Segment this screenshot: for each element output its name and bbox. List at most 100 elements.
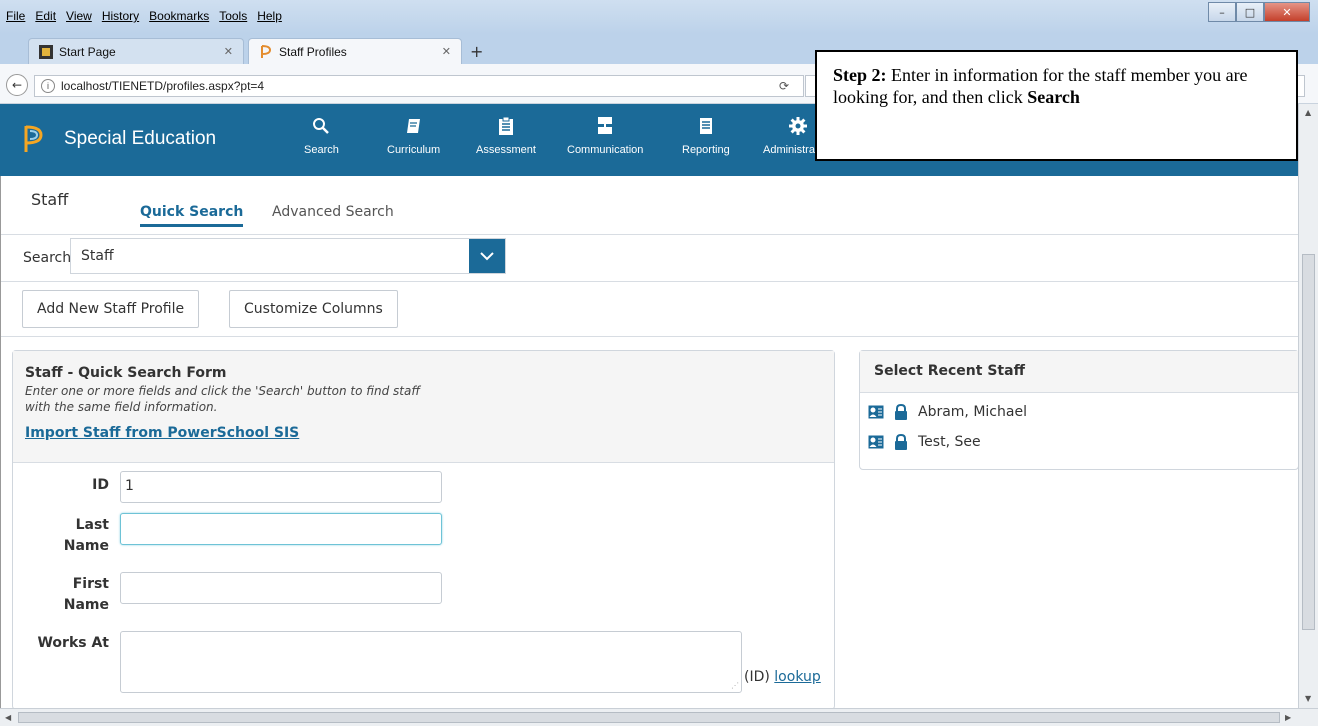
lock-icon[interactable] xyxy=(894,404,908,420)
close-tab-icon[interactable]: ✕ xyxy=(442,45,451,58)
close-window-button[interactable]: ✕ xyxy=(1264,2,1310,22)
profile-card-icon[interactable] xyxy=(868,405,884,419)
callout-action: Search xyxy=(1027,87,1080,107)
nav-label: Communication xyxy=(567,144,644,156)
maximize-button[interactable]: □ xyxy=(1236,2,1264,22)
tab-label: Staff Profiles xyxy=(279,44,347,59)
minimize-button[interactable]: – xyxy=(1208,2,1236,22)
lookup-prefix: (ID) xyxy=(744,669,770,685)
horizontal-scroll-thumb[interactable] xyxy=(18,712,1280,723)
menu-tools[interactable]: Tools xyxy=(219,9,247,25)
search-type-value: Staff xyxy=(81,248,114,264)
first-name-label-line2: Name xyxy=(63,597,109,613)
search-icon xyxy=(311,116,331,136)
scroll-up-icon[interactable]: ▲ xyxy=(1305,108,1311,117)
menu-bar: File Edit View History Bookmarks Tools H… xyxy=(6,9,282,25)
reload-icon[interactable]: ⟳ xyxy=(775,77,793,95)
recent-staff-panel: Select Recent Staff Abram, Michael Test,… xyxy=(859,350,1299,470)
powerschool-logo-icon xyxy=(24,125,43,152)
customize-columns-button[interactable]: Customize Columns xyxy=(229,290,398,328)
app-title: Special Education xyxy=(64,128,217,149)
panel-header: Staff - Quick Search Form Enter one or m… xyxy=(13,351,834,463)
works-at-textarea[interactable]: ⋰ xyxy=(120,631,742,693)
nav-communication[interactable]: Communication xyxy=(567,116,643,156)
panel-description: Enter one or more fields and click the '… xyxy=(25,384,421,414)
tab-advanced-search[interactable]: Advanced Search xyxy=(272,204,394,220)
profile-card-icon[interactable] xyxy=(868,435,884,449)
url-bar[interactable]: i localhost/TIENETD/profiles.aspx?pt=4 xyxy=(34,75,804,97)
divider xyxy=(1,281,1299,282)
nav-label: Assessment xyxy=(476,144,536,156)
first-name-input[interactable] xyxy=(120,572,442,604)
recent-staff-title: Select Recent Staff xyxy=(860,351,1298,393)
instruction-callout: Step 2: Enter in information for the sta… xyxy=(815,50,1298,161)
id-input[interactable]: 1 xyxy=(120,471,442,503)
first-name-label-line1: First xyxy=(72,576,109,592)
last-name-label: Last Name xyxy=(29,515,109,557)
panel-title: Staff - Quick Search Form xyxy=(25,365,227,381)
nav-search[interactable]: Search xyxy=(304,116,339,156)
menu-view[interactable]: View xyxy=(66,9,92,25)
new-tab-icon[interactable]: + xyxy=(470,42,483,61)
info-icon[interactable]: i xyxy=(41,79,55,93)
menu-help[interactable]: Help xyxy=(257,9,282,25)
menu-edit[interactable]: Edit xyxy=(35,9,56,25)
divider xyxy=(1,234,1299,235)
window-titlebar: File Edit View History Bookmarks Tools H… xyxy=(0,0,1318,34)
recent-staff-name[interactable]: Test, See xyxy=(918,434,981,450)
nav-label: Curriculum xyxy=(387,144,441,156)
tab-label: Start Page xyxy=(59,44,116,59)
resize-grip-icon[interactable]: ⋰ xyxy=(731,681,739,690)
menu-file[interactable]: File xyxy=(6,9,25,25)
import-staff-link[interactable]: Import Staff from PowerSchool SIS xyxy=(25,425,299,441)
search-type-select[interactable]: Staff xyxy=(70,238,506,274)
tab-start-page[interactable]: Start Page ✕ xyxy=(28,38,244,64)
recent-staff-item[interactable]: Test, See xyxy=(860,427,1298,457)
lock-icon[interactable] xyxy=(894,434,908,450)
add-new-staff-profile-button[interactable]: Add New Staff Profile xyxy=(22,290,200,328)
clipboard-icon xyxy=(496,116,516,136)
nav-assessment[interactable]: Assessment xyxy=(476,116,536,156)
url-text: localhost/TIENETD/profiles.aspx?pt=4 xyxy=(61,79,265,93)
lookup-link[interactable]: lookup xyxy=(774,669,820,685)
tab-staff-profiles[interactable]: Staff Profiles ✕ xyxy=(248,38,462,64)
nav-label: Reporting xyxy=(682,144,730,156)
menu-history[interactable]: History xyxy=(102,9,139,25)
book-icon xyxy=(404,116,424,136)
close-tab-icon[interactable]: ✕ xyxy=(224,45,233,58)
vertical-scrollbar[interactable]: ▲ ▼ xyxy=(1298,104,1318,708)
chevron-down-icon[interactable] xyxy=(469,239,505,273)
last-name-label-line2: Name xyxy=(63,538,109,554)
first-name-label: First Name xyxy=(29,574,109,616)
gear-icon xyxy=(788,116,808,136)
scroll-left-icon[interactable]: ◀ xyxy=(5,713,11,722)
scroll-down-icon[interactable]: ▼ xyxy=(1305,694,1311,703)
vertical-scroll-thumb[interactable] xyxy=(1302,254,1315,630)
divider xyxy=(1,336,1299,337)
document-icon xyxy=(696,116,716,136)
window-controls: – □ ✕ xyxy=(1208,2,1310,22)
id-label: ID xyxy=(92,477,109,493)
start-page-favicon-icon xyxy=(39,44,53,59)
works-at-label: Works At xyxy=(37,635,109,651)
recent-staff-item[interactable]: Abram, Michael xyxy=(860,397,1298,427)
page-title: Staff xyxy=(31,190,69,209)
quick-search-form-panel: Staff - Quick Search Form Enter one or m… xyxy=(12,350,835,710)
tab-quick-search[interactable]: Quick Search xyxy=(140,204,244,227)
last-name-input[interactable] xyxy=(120,513,442,545)
horizontal-scrollbar[interactable]: ◀ ▶ xyxy=(0,708,1318,726)
menu-bookmarks[interactable]: Bookmarks xyxy=(149,9,209,25)
lookup-container: (ID) lookup xyxy=(744,669,821,685)
search-label: Search: xyxy=(23,250,76,266)
nav-reporting[interactable]: Reporting xyxy=(682,116,730,156)
communication-icon xyxy=(595,116,615,136)
scroll-right-icon[interactable]: ▶ xyxy=(1285,713,1291,722)
nav-curriculum[interactable]: Curriculum xyxy=(387,116,440,156)
back-button[interactable]: ← xyxy=(6,74,28,96)
last-name-label-line1: Last xyxy=(75,517,109,533)
powerschool-favicon-icon xyxy=(261,44,272,58)
nav-label: Search xyxy=(304,144,339,156)
recent-staff-name[interactable]: Abram, Michael xyxy=(918,404,1027,420)
callout-step: Step 2: xyxy=(833,65,887,85)
page-content: Staff Quick Search Advanced Search Searc… xyxy=(0,176,1299,710)
